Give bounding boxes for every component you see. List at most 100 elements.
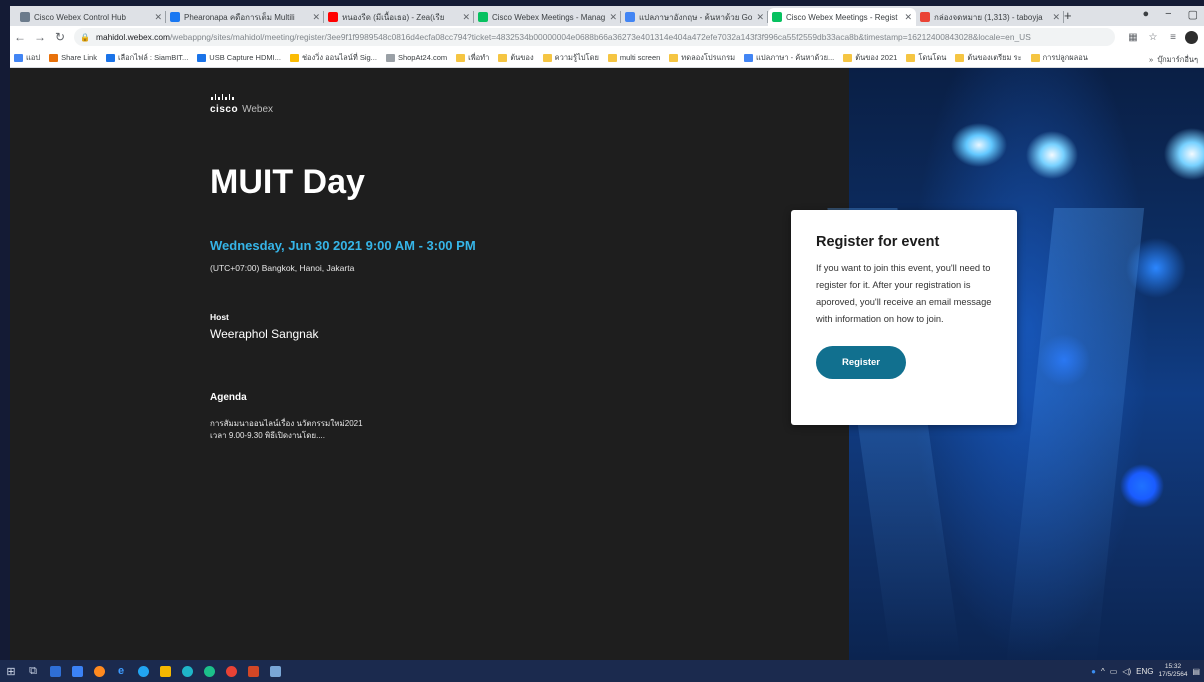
bookmark-label: ต้นของ xyxy=(510,52,534,62)
translate-icon[interactable]: ▦ xyxy=(1123,32,1143,43)
bookmark-label: ต้นของ 2021 xyxy=(855,52,898,62)
agenda-text: การสัมมนาออนไลน์เรื่อง นวัตกรรมใหม่2021 … xyxy=(210,418,430,442)
folder-icon xyxy=(955,53,965,62)
volume-icon[interactable]: ◁) xyxy=(1122,667,1131,676)
bookmark-item[interactable]: USB Capture HDMI... xyxy=(197,53,281,62)
bookmark-item[interactable]: ต้นของ xyxy=(498,52,534,64)
help-icon[interactable]: ● xyxy=(1091,667,1096,676)
favicon-icon xyxy=(328,12,338,22)
close-icon[interactable]: ✕ xyxy=(1052,12,1060,23)
start-icon[interactable]: ⊞ xyxy=(0,663,22,679)
avatar[interactable] xyxy=(1185,30,1198,44)
host-name: Weeraphol Sangnak xyxy=(210,327,319,341)
close-icon[interactable]: ✕ xyxy=(609,12,617,23)
forward-icon[interactable]: → xyxy=(30,30,50,44)
bookmark-label: ShopAt24.com xyxy=(397,53,448,62)
maximize-icon[interactable]: ▢ xyxy=(1188,8,1198,21)
tab-title: Phearonapa คดือการเต็ม Multili xyxy=(184,12,295,22)
bookmarks-bar: แอป Share Link เลือกไฟล์ : SiamBIT... USB C… xyxy=(10,48,1204,68)
browser-tab[interactable]: กล่องจดหมาย (1,313) - taboyja ✕ xyxy=(916,8,1064,26)
edge-legacy-icon[interactable]: e xyxy=(110,663,132,679)
browser-tab[interactable]: Phearonapa คดือการเต็ม Multili ✕ xyxy=(166,8,324,26)
logo-product: Webex xyxy=(242,104,274,115)
app-icon[interactable] xyxy=(264,663,286,679)
firefox-icon[interactable] xyxy=(88,663,110,679)
bookmark-item[interactable]: ShopAt24.com xyxy=(385,53,448,62)
bookmark-item[interactable]: ต้นของเตรียม ระ xyxy=(955,52,1022,64)
address-bar[interactable]: 🔒 mahidol.webex.com/webappng/sites/mahid… xyxy=(74,28,1115,46)
tab-title: Cisco Webex Meetings - Manag xyxy=(492,12,606,22)
reload-icon[interactable]: ↻ xyxy=(50,30,70,44)
minimize-icon[interactable]: − xyxy=(1165,8,1171,21)
url-text[interactable]: mahidol.webex.com/webappng/sites/mahidol… xyxy=(96,32,1031,42)
register-card: Register for event If you want to join t… xyxy=(791,210,1017,425)
browser-tab[interactable]: Cisco Webex Meetings - Manag ✕ xyxy=(474,8,621,26)
bookmarks-list: แอป Share Link เลือกไฟล์ : SiamBIT... USB C… xyxy=(14,52,1097,64)
clock-date: 17/5/2564 xyxy=(1158,671,1188,678)
bookmark-item[interactable]: เลือกไฟล์ : SiamBIT... xyxy=(105,52,188,64)
favicon-icon xyxy=(625,12,635,22)
close-icon[interactable]: ✕ xyxy=(756,12,764,23)
bookmark-item[interactable]: แอป xyxy=(14,52,40,64)
favicon-icon xyxy=(478,12,488,22)
bookmark-item[interactable]: เพื่อทำ xyxy=(456,52,489,64)
task-view-icon[interactable]: ⧉ xyxy=(22,663,44,679)
app-icon[interactable] xyxy=(132,663,154,679)
browser-tab[interactable]: แปลภาษาอังกฤษ - ค้นหาด้วย Goo ✕ xyxy=(621,8,768,26)
bookmark-label: แปลภาษา - ค้นหาด้วย... xyxy=(756,52,835,62)
bookmark-item[interactable]: การปลูกผลอน xyxy=(1030,52,1088,64)
register-heading: Register for event xyxy=(816,234,940,250)
close-icon[interactable]: ✕ xyxy=(312,12,320,23)
bookmark-label: ทดลองโปรแกรม xyxy=(681,52,736,62)
agenda-line: เวลา 9.00-9.30 พิธีเปิดงานโดย.... xyxy=(210,431,325,440)
network-icon[interactable]: ▭ xyxy=(1110,667,1118,676)
bookmark-label: multi screen xyxy=(619,53,661,62)
reading-list-icon[interactable]: ≡ xyxy=(1163,32,1183,43)
webex-icon[interactable] xyxy=(198,663,220,679)
folder-icon xyxy=(542,53,552,62)
star-icon[interactable]: ☆ xyxy=(1143,32,1163,43)
bookmark-item[interactable]: multi screen xyxy=(607,53,661,62)
browser-tab[interactable]: Cisco Webex Meetings - Regist ✕ xyxy=(768,8,916,26)
favicon-icon xyxy=(197,53,207,62)
close-icon[interactable]: ✕ xyxy=(904,12,912,23)
bookmark-item[interactable]: โดนโดน xyxy=(906,52,946,64)
bookmark-item[interactable]: Share Link xyxy=(49,53,97,62)
mail-icon[interactable] xyxy=(66,663,88,679)
new-tab-button[interactable]: + xyxy=(1064,8,1072,24)
clock[interactable]: 15:32 17/5/2564 xyxy=(1159,663,1188,679)
sticky-notes-icon[interactable] xyxy=(154,663,176,679)
bookmarks-overflow[interactable]: » บุ๊กมาร์กอื่นๆ xyxy=(1149,54,1198,66)
clock-time: 15:32 xyxy=(1164,663,1182,670)
tab-title: Cisco Webex Control Hub xyxy=(34,12,126,22)
chevron-up-icon[interactable]: ^ xyxy=(1101,667,1105,676)
bookmark-item[interactable]: ช่องวิ่ง ออนไลน์ที่ Sig... xyxy=(289,52,377,64)
close-icon[interactable]: ✕ xyxy=(462,12,470,23)
favicon-icon xyxy=(744,53,754,62)
language-indicator[interactable]: ENG xyxy=(1136,667,1153,676)
register-button[interactable]: Register xyxy=(816,346,906,379)
browser-tab[interactable]: หนองรีด (มีเนื้อเธอ) - Zea(เรีย ✕ xyxy=(324,8,474,26)
bookmark-item[interactable]: ความรู้ไปโดย xyxy=(542,52,599,64)
close-icon[interactable]: ✕ xyxy=(154,12,162,23)
store-icon[interactable] xyxy=(44,663,66,679)
bookmark-item[interactable]: ทดลองโปรแกรม xyxy=(669,52,735,64)
bookmark-label: ช่องวิ่ง ออนไลน์ที่ Sig... xyxy=(301,52,377,62)
favicon-icon xyxy=(105,53,115,62)
browser-tab[interactable]: Cisco Webex Control Hub ✕ xyxy=(16,8,166,26)
notification-icon[interactable]: ▤ xyxy=(1192,667,1200,676)
lock-icon[interactable]: 🔒 xyxy=(80,33,90,42)
event-timezone: (UTC+07:00) Bangkok, Hanoi, Jakarta xyxy=(210,263,355,273)
bookmark-item[interactable]: แปลภาษา - ค้นหาด้วย... xyxy=(744,52,834,64)
cisco-webex-logo: cisco Webex xyxy=(210,94,273,115)
profile-icon[interactable]: ● xyxy=(1143,8,1150,21)
bookmark-item[interactable]: ต้นของ 2021 xyxy=(843,52,897,64)
edge-icon[interactable] xyxy=(176,663,198,679)
chrome-icon[interactable] xyxy=(220,663,242,679)
powerpoint-icon[interactable] xyxy=(242,663,264,679)
folder-icon xyxy=(498,53,508,62)
bookmark-label: แอป xyxy=(26,52,41,62)
folder-icon xyxy=(456,53,466,62)
back-icon[interactable]: ← xyxy=(10,30,30,44)
favicon-icon xyxy=(772,12,782,22)
